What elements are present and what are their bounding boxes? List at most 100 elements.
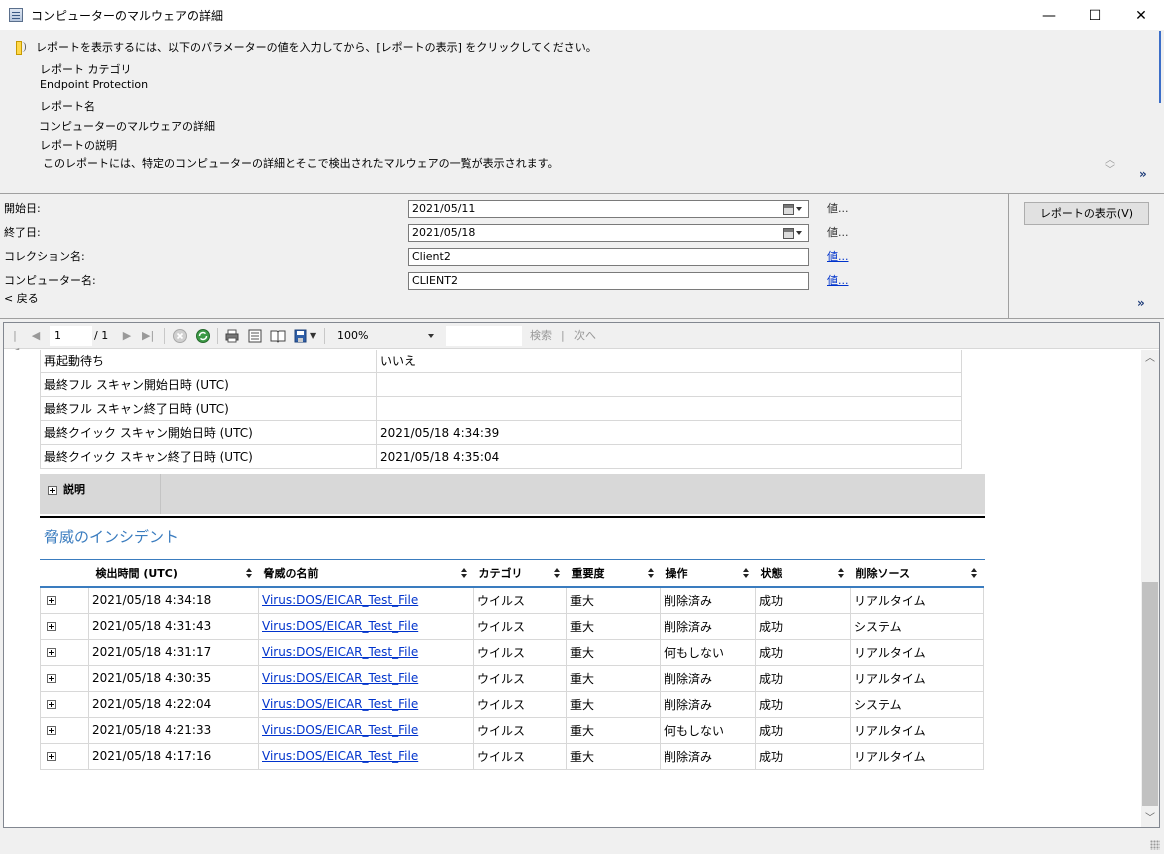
- table-cell: 何もしない: [660, 638, 756, 666]
- collection-name-label: コレクション名:: [4, 250, 85, 263]
- table-cell: 2021/05/18 4:22:04: [88, 690, 259, 718]
- threat-incidents-title: 脅威のインシデント: [44, 528, 180, 546]
- threat-name-link[interactable]: Virus:DOS/EICAR_Test_File: [262, 645, 418, 659]
- search-button[interactable]: 検索: [530, 328, 552, 344]
- expand-icon[interactable]: [47, 648, 56, 657]
- end-date-value: 2021/05/18: [412, 226, 476, 239]
- refresh-icon[interactable]: [195, 328, 211, 344]
- parameters-panel: 開始日: 2021/05/11 値... 終了日: 2021/05/18 値..…: [0, 193, 1164, 319]
- expand-icon[interactable]: [47, 674, 56, 683]
- table-cell: リアルタイム: [850, 742, 984, 770]
- table-cell: ウイルス: [473, 716, 567, 744]
- expand-icon[interactable]: [47, 752, 56, 761]
- previous-page-icon[interactable]: ◀: [30, 328, 42, 344]
- expand-icon[interactable]: [48, 485, 57, 495]
- minimize-button[interactable]: —: [1026, 0, 1072, 31]
- view-report-button[interactable]: レポートの表示(V): [1024, 202, 1149, 225]
- report-vertical-scrollbar[interactable]: ︿ ﹀: [1141, 350, 1159, 827]
- end-date-label: 終了日:: [4, 226, 41, 239]
- threat-name-link[interactable]: Virus:DOS/EICAR_Test_File: [262, 723, 418, 737]
- computer-values-link[interactable]: 値...: [827, 272, 849, 288]
- sort-icon[interactable]: [245, 568, 253, 579]
- start-date-label: 開始日:: [4, 202, 41, 215]
- export-dropdown-icon[interactable]: ▼: [310, 328, 316, 344]
- expand-icon[interactable]: [47, 622, 56, 631]
- expand-icon[interactable]: [47, 700, 56, 709]
- column-header[interactable]: 状態: [755, 560, 851, 588]
- toolbar-divider: |: [561, 329, 565, 342]
- column-header[interactable]: カテゴリ: [473, 560, 567, 588]
- print-icon[interactable]: [224, 328, 240, 344]
- collapse-info-icon[interactable]: »: [1139, 168, 1151, 180]
- row-expander-cell: [40, 612, 89, 640]
- column-header[interactable]: 重要度: [566, 560, 661, 588]
- info-panel-scroll-arrows[interactable]: ︿ ﹀: [1103, 156, 1117, 178]
- info-icon: [14, 39, 26, 55]
- collapse-params-icon[interactable]: »: [1137, 297, 1149, 309]
- zoom-value: 100%: [337, 329, 369, 342]
- next-page-icon[interactable]: ▶: [121, 328, 133, 344]
- detail-key: 最終フル スキャン開始日時 (UTC): [40, 372, 377, 397]
- computer-name-field[interactable]: CLIENT2: [408, 272, 809, 290]
- zoom-select[interactable]: 100%: [334, 326, 438, 346]
- scroll-down-icon[interactable]: ﹀: [1141, 810, 1159, 827]
- detail-value: [376, 396, 962, 421]
- threat-name-link[interactable]: Virus:DOS/EICAR_Test_File: [262, 671, 418, 685]
- search-input[interactable]: [446, 326, 522, 346]
- threat-name-link[interactable]: Virus:DOS/EICAR_Test_File: [262, 697, 418, 711]
- sort-icon[interactable]: [742, 568, 750, 579]
- column-header[interactable]: 脅威の名前: [258, 560, 474, 588]
- table-cell: 重大: [566, 612, 661, 640]
- calendar-icon[interactable]: [783, 202, 805, 216]
- detail-row: 最終フル スキャン開始日時 (UTC): [40, 372, 962, 397]
- report-name-label: レポート名: [40, 100, 95, 113]
- params-divider: [1008, 194, 1009, 319]
- threat-name-link[interactable]: Virus:DOS/EICAR_Test_File: [262, 619, 418, 633]
- sort-icon[interactable]: [553, 568, 561, 579]
- end-date-field[interactable]: 2021/05/18: [408, 224, 809, 242]
- description-toggle[interactable]: 説明: [48, 481, 85, 497]
- threat-name-link[interactable]: Virus:DOS/EICAR_Test_File: [262, 749, 418, 763]
- detail-row: 最終フル スキャン終了日時 (UTC): [40, 396, 962, 421]
- table-cell: ウイルス: [473, 742, 567, 770]
- expand-icon[interactable]: [47, 726, 56, 735]
- print-layout-icon[interactable]: [247, 328, 263, 344]
- table-cell: ウイルス: [473, 586, 567, 614]
- scroll-thumb[interactable]: [1142, 582, 1158, 806]
- page-total: / 1: [94, 329, 109, 342]
- expand-icon[interactable]: [47, 596, 56, 606]
- calendar-icon[interactable]: [783, 226, 805, 240]
- table-cell: Virus:DOS/EICAR_Test_File: [258, 664, 474, 692]
- table-cell: 削除済み: [660, 612, 756, 640]
- column-header[interactable]: 操作: [660, 560, 756, 588]
- column-header[interactable]: 検出時間 (UTC): [88, 560, 259, 588]
- table-cell: リアルタイム: [850, 586, 984, 614]
- sort-icon[interactable]: [460, 568, 468, 579]
- table-row: 2021/05/18 4:34:18 Virus:DOS/EICAR_Test_F…: [40, 586, 984, 614]
- detail-key: 再起動待ち: [40, 350, 377, 373]
- detail-key: 最終フル スキャン終了日時 (UTC): [40, 396, 377, 421]
- threat-name-link[interactable]: Virus:DOS/EICAR_Test_File: [262, 593, 418, 607]
- find-next-button[interactable]: 次へ: [574, 328, 596, 344]
- report-content: 再起動待ち いいえ 最終フル スキャン開始日時 (UTC) 最終フル スキャン終了日時…: [4, 350, 1141, 827]
- column-header[interactable]: 削除ソース: [850, 560, 984, 588]
- sort-icon[interactable]: [647, 568, 655, 579]
- back-link[interactable]: < 戻る: [4, 290, 39, 306]
- page-number-input[interactable]: 1: [50, 326, 92, 346]
- table-row: 2021/05/18 4:22:04 Virus:DOS/EICAR_Test_F…: [40, 690, 984, 718]
- page-setup-icon[interactable]: [270, 328, 286, 344]
- scroll-up-icon[interactable]: ︿: [1141, 350, 1159, 367]
- maximize-button[interactable]: ☐: [1072, 0, 1118, 31]
- close-button[interactable]: ✕: [1118, 0, 1164, 31]
- stop-icon[interactable]: [172, 328, 188, 344]
- last-page-icon[interactable]: ▶|: [142, 328, 154, 344]
- start-date-field[interactable]: 2021/05/11: [408, 200, 809, 218]
- sort-icon[interactable]: [970, 568, 978, 579]
- resize-grip-icon[interactable]: [1150, 840, 1160, 850]
- collection-values-link[interactable]: 値...: [827, 248, 849, 264]
- row-expander-cell: [40, 690, 89, 718]
- sort-icon[interactable]: [837, 568, 845, 579]
- export-icon[interactable]: [293, 328, 309, 344]
- collection-name-field[interactable]: Client2: [408, 248, 809, 266]
- first-page-icon[interactable]: |◀: [9, 328, 21, 358]
